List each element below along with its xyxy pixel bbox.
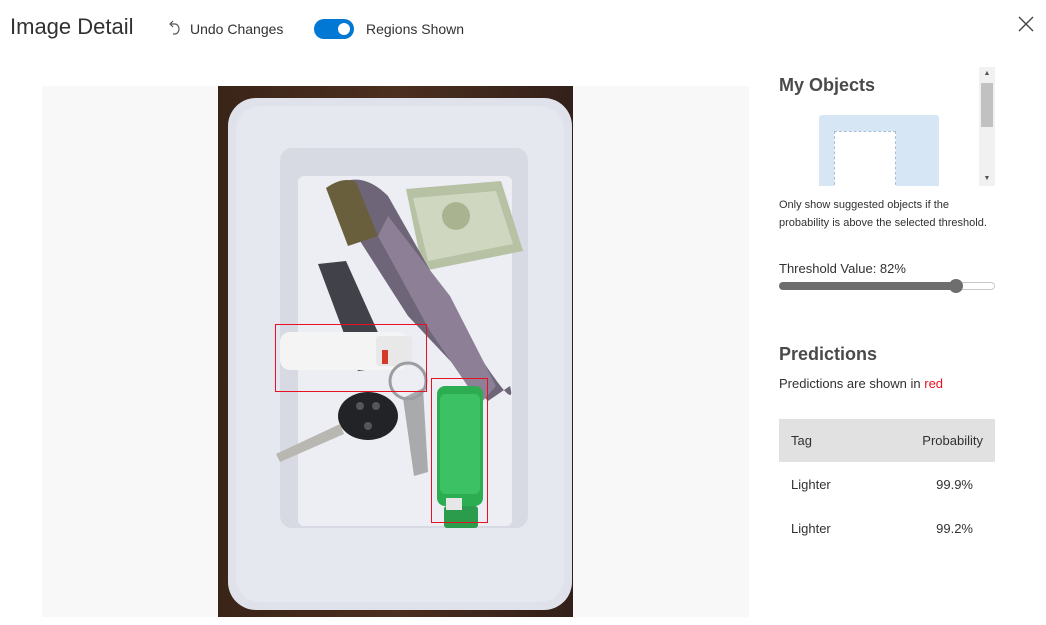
regions-shown-label: Regions Shown bbox=[366, 21, 465, 37]
predictions-table: Tag Probability Lighter 99.9% Lighter 99… bbox=[779, 419, 995, 550]
undo-icon bbox=[169, 20, 180, 35]
table-row[interactable]: Lighter 99.2% bbox=[779, 506, 995, 550]
image-photo bbox=[218, 86, 573, 617]
slider-thumb[interactable] bbox=[949, 279, 963, 293]
threshold-hint: Only show suggested objects if the proba… bbox=[779, 199, 987, 229]
predictions-note-color: red bbox=[924, 376, 944, 391]
my-objects-list[interactable] bbox=[779, 114, 997, 186]
region-box-1[interactable] bbox=[275, 324, 427, 392]
row-tag: Lighter bbox=[791, 520, 831, 536]
page-title: Image Detail bbox=[10, 14, 134, 39]
scrollbar-thumb[interactable] bbox=[981, 83, 993, 127]
my-objects-scrollbar[interactable]: ▲ ▼ bbox=[979, 67, 995, 186]
threshold-value-label: Threshold Value: 82% bbox=[779, 261, 906, 276]
image-canvas bbox=[42, 86, 749, 617]
close-button[interactable] bbox=[1014, 12, 1038, 36]
undo-changes-label: Undo Changes bbox=[190, 21, 284, 37]
predictions-note-prefix: Predictions are shown in bbox=[779, 376, 925, 391]
undo-changes-button[interactable]: Undo Changes bbox=[166, 18, 283, 40]
column-header-tag[interactable]: Tag bbox=[791, 433, 812, 448]
predictions-title: Predictions bbox=[779, 344, 878, 364]
regions-shown-toggle[interactable]: Regions Shown bbox=[314, 18, 464, 40]
table-header: Tag Probability bbox=[779, 419, 995, 462]
toggle-knob bbox=[338, 23, 350, 35]
column-header-probability[interactable]: Probability bbox=[922, 433, 983, 448]
close-icon bbox=[1018, 16, 1034, 32]
my-objects-title: My Objects bbox=[779, 75, 876, 95]
row-tag: Lighter bbox=[791, 476, 831, 492]
slider-fill bbox=[779, 282, 956, 290]
region-box-2[interactable] bbox=[431, 378, 488, 523]
toggle-switch[interactable] bbox=[314, 19, 354, 39]
object-thumbnail[interactable] bbox=[819, 115, 939, 186]
threshold-slider[interactable] bbox=[779, 279, 995, 293]
header: Image Detail Undo Changes Regions Shown bbox=[0, 0, 1046, 58]
predictions-note: Predictions are shown in red bbox=[779, 376, 943, 391]
row-probability: 99.9% bbox=[936, 476, 973, 492]
object-placeholder bbox=[834, 131, 896, 186]
scroll-down-arrow-icon[interactable]: ▼ bbox=[979, 172, 995, 186]
row-probability: 99.2% bbox=[936, 520, 973, 536]
table-row[interactable]: Lighter 99.9% bbox=[779, 462, 995, 506]
scroll-up-arrow-icon[interactable]: ▲ bbox=[979, 67, 995, 81]
